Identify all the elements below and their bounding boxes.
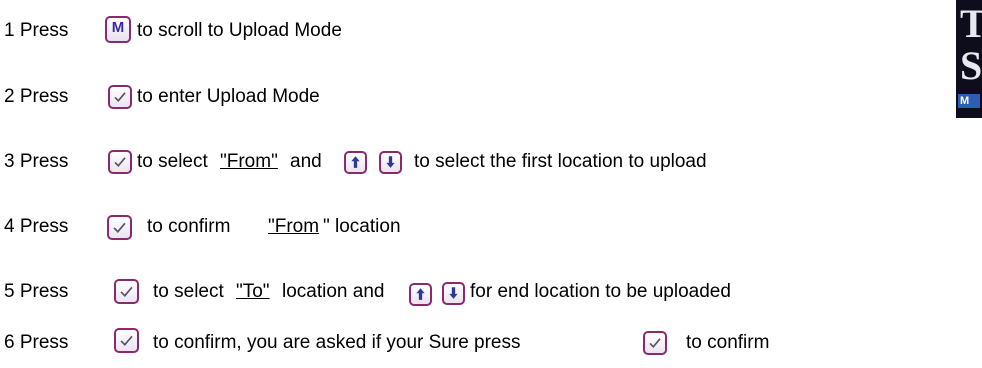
step-number-label: 2 Press	[4, 86, 69, 107]
check-key-icon	[114, 279, 139, 304]
down-arrow-key-icon	[442, 282, 465, 305]
instruction-step-5: 5 Press to select "To" location and for …	[4, 277, 979, 307]
step-number-label: 1 Press	[4, 20, 69, 41]
from-field-link: "From"	[220, 151, 278, 172]
brand-letter-s: S	[960, 43, 982, 88]
instruction-step-4: 4 Press to confirm "From " location	[4, 212, 604, 242]
step-text: to select	[137, 151, 208, 172]
step-number-label: 3 Press	[4, 151, 69, 172]
step-text: to confirm, you are asked if your Sure p…	[153, 332, 521, 353]
step-text: to select the first location to upload	[414, 151, 707, 172]
step-text: " location	[323, 216, 401, 237]
instruction-step-1: 1 Press M to scroll to Upload Mode	[4, 16, 604, 46]
step-text: for end location to be uploaded	[470, 281, 731, 302]
step-text: to confirm	[147, 216, 231, 237]
check-key-icon	[107, 215, 132, 240]
m-key-letter: M	[111, 19, 125, 36]
instruction-step-2: 2 Press to enter Upload Mode	[4, 82, 604, 112]
to-field-link: "To"	[236, 281, 270, 302]
check-key-icon	[108, 85, 132, 109]
step-text: to select	[153, 281, 224, 302]
step-number-label: 6 Press	[4, 332, 69, 353]
check-key-icon	[108, 150, 132, 174]
step-text: and	[290, 151, 322, 172]
up-arrow-key-icon	[409, 283, 432, 306]
step-text: to enter Upload Mode	[137, 86, 320, 107]
step-text: to confirm	[686, 332, 770, 353]
check-key-icon	[114, 328, 139, 353]
from-field-link: "From	[268, 216, 320, 237]
instruction-step-3: 3 Press to select "From" and to select t…	[4, 147, 944, 177]
step-number-label: 4 Press	[4, 216, 69, 237]
step-number-label: 5 Press	[4, 281, 69, 302]
brand-letter-t: T	[960, 1, 982, 46]
check-key-icon	[643, 331, 667, 355]
brand-logo: T S M	[956, 0, 982, 118]
step-text: location and	[282, 281, 385, 302]
brand-badge: M	[958, 94, 980, 108]
m-key-icon: M	[105, 16, 131, 43]
step-text: to scroll to Upload Mode	[137, 20, 342, 41]
down-arrow-key-icon	[379, 151, 402, 174]
instruction-step-6: 6 Press to confirm, you are asked if you…	[4, 328, 804, 358]
up-arrow-key-icon	[344, 151, 367, 174]
